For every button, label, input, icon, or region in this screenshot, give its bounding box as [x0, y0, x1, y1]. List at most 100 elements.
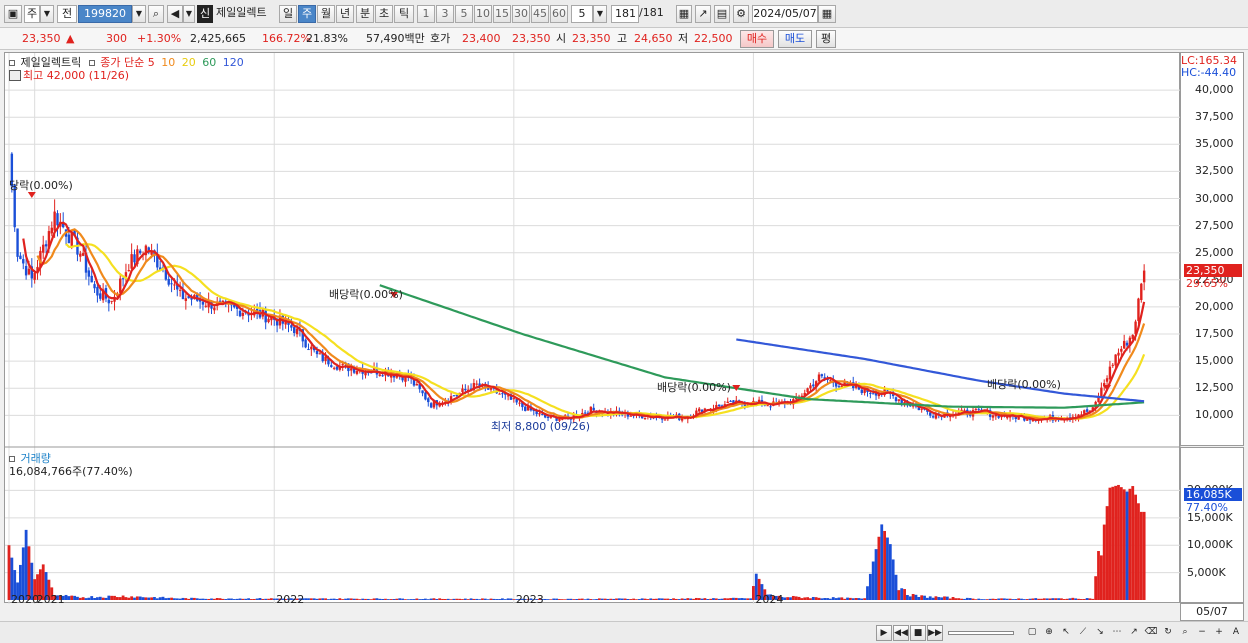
- tab-minute[interactable]: 분: [356, 5, 374, 23]
- interval-5[interactable]: 5: [455, 5, 473, 23]
- interval-15[interactable]: 15: [493, 5, 511, 23]
- auto-scale-icon[interactable]: A: [1228, 625, 1244, 641]
- interval-10[interactable]: 10: [474, 5, 492, 23]
- rewind-icon[interactable]: ◀◀: [893, 625, 909, 641]
- buy-button[interactable]: 매수: [740, 30, 774, 48]
- candle-body: [894, 397, 898, 402]
- gear-icon[interactable]: ⚙: [733, 5, 749, 23]
- save-icon[interactable]: ▤: [714, 5, 730, 23]
- mode-select[interactable]: 전: [57, 5, 77, 23]
- code-dropdown-icon[interactable]: ▼: [132, 5, 146, 23]
- eval-button[interactable]: 평: [816, 30, 836, 48]
- volume-bar: [232, 599, 236, 600]
- volume-bar: [503, 599, 507, 600]
- interval-3[interactable]: 3: [436, 5, 454, 23]
- current-price-tag: 23,350: [1184, 264, 1242, 277]
- volume-bar: [1131, 486, 1135, 600]
- date-input[interactable]: 2024/05/07: [752, 5, 818, 23]
- fast-forward-icon[interactable]: ▶▶: [927, 625, 943, 641]
- volume-bar: [1065, 598, 1069, 600]
- volume-bar: [732, 597, 735, 600]
- arrow-tool-icon[interactable]: ↗: [1126, 625, 1142, 641]
- volume-bar: [940, 597, 944, 600]
- sell-button[interactable]: 매도: [778, 30, 812, 48]
- volume-bar: [851, 598, 855, 600]
- volume-bar: [560, 599, 564, 600]
- tab-second[interactable]: 초: [375, 5, 393, 23]
- candle-body: [204, 305, 207, 307]
- candle-body: [583, 412, 587, 414]
- candle-body: [107, 299, 111, 304]
- volume-bar: [150, 597, 154, 600]
- play-forward-icon[interactable]: ▶: [876, 625, 892, 641]
- zoom-out-icon[interactable]: −: [1194, 625, 1210, 641]
- crosshair-icon[interactable]: ⊕: [1041, 625, 1057, 641]
- volume-bar: [238, 598, 242, 600]
- interval-dropdown-icon[interactable]: ▼: [593, 5, 607, 23]
- grid-icon[interactable]: ▦: [676, 5, 692, 23]
- volume-bar: [612, 598, 616, 600]
- interval-1[interactable]: 1: [417, 5, 435, 23]
- erase-tool-icon[interactable]: ⌫: [1143, 625, 1159, 641]
- trend-tool-icon[interactable]: ↘: [1092, 625, 1108, 641]
- interval-60[interactable]: 60: [550, 5, 568, 23]
- draw-icon[interactable]: ↗: [695, 5, 711, 23]
- cursor-icon[interactable]: ↖: [1058, 625, 1074, 641]
- zoom-in-icon[interactable]: +: [1211, 625, 1227, 641]
- interval-45[interactable]: 45: [531, 5, 549, 23]
- tab-day[interactable]: 일: [279, 5, 297, 23]
- volume-bar: [267, 598, 270, 600]
- volume-bar: [652, 598, 655, 600]
- period-select[interactable]: 주: [24, 5, 40, 23]
- volume-bar: [133, 597, 136, 600]
- volume-bar: [1097, 551, 1100, 600]
- period-dropdown-icon[interactable]: ▼: [40, 5, 54, 23]
- chart-area[interactable]: 2020 2021 2022 2023 2024 제일일렉트릭 종가 단순 5 10 2…: [4, 52, 1181, 604]
- volume-bar: [694, 597, 698, 600]
- volume-bar: [871, 561, 875, 600]
- volume-bar: [712, 598, 715, 600]
- volume-bar: [723, 598, 727, 600]
- volume-axis[interactable]: 20,000K15,000K10,000K5,000K 16,085K 77.4…: [1180, 447, 1244, 603]
- price-axis[interactable]: LC:165.34 HC:-44.40 40,000 37,500 35,000 32…: [1180, 52, 1244, 446]
- chart-canvas[interactable]: 20202021 2022 2023 2024: [5, 53, 1181, 604]
- tab-tick[interactable]: 틱: [394, 5, 414, 23]
- line-tool-icon[interactable]: ⟋: [1075, 625, 1091, 641]
- volume-bar: [127, 597, 131, 600]
- stock-code-input[interactable]: 199820: [78, 5, 132, 23]
- change-value: 300: [106, 32, 127, 45]
- candle-body: [729, 400, 732, 402]
- hoga-label: 호가: [430, 32, 451, 45]
- candle-body: [378, 374, 381, 376]
- chart-toolbar: ▣ 주 ▼ 전 199820 ▼ ⌕ ◀ ▼ 신 제일일렉트 일 주 월 년 분…: [0, 0, 1248, 28]
- search-icon[interactable]: ⌕: [148, 5, 164, 23]
- table-icon[interactable]: [9, 70, 21, 81]
- candle-body: [897, 399, 901, 401]
- stop-icon[interactable]: ■: [910, 625, 926, 641]
- low-note: 최저 8,800 (09/26): [491, 420, 591, 433]
- tab-month[interactable]: 월: [317, 5, 335, 23]
- interval-input[interactable]: 5: [571, 5, 593, 23]
- refresh-icon[interactable]: ↻: [1160, 625, 1176, 641]
- volume-bar: [983, 599, 986, 600]
- candle-body: [809, 385, 812, 389]
- count-input[interactable]: 181: [611, 5, 639, 23]
- x-axis-label: 2020: [11, 593, 39, 604]
- tab-week[interactable]: 주: [298, 5, 316, 23]
- zoom-box-icon[interactable]: ▢: [1024, 625, 1040, 641]
- speaker-icon[interactable]: ◀: [167, 5, 183, 23]
- volume-bar: [241, 598, 245, 600]
- volume-bar: [572, 599, 576, 600]
- speed-slider[interactable]: [948, 631, 1014, 635]
- tab-year[interactable]: 년: [336, 5, 354, 23]
- layout-icon[interactable]: ▣: [4, 5, 22, 23]
- fib-tool-icon[interactable]: ⋯: [1109, 625, 1125, 641]
- volume-bar: [797, 596, 801, 600]
- interval-30[interactable]: 30: [512, 5, 530, 23]
- trade-volume: 2,425,665: [190, 32, 246, 45]
- magnifier-icon[interactable]: ⌕: [1177, 625, 1193, 641]
- calendar-icon[interactable]: ▦: [818, 5, 836, 23]
- speaker-dropdown-icon[interactable]: ▼: [183, 5, 195, 23]
- volume-bar: [475, 598, 479, 600]
- candle-body: [991, 415, 995, 418]
